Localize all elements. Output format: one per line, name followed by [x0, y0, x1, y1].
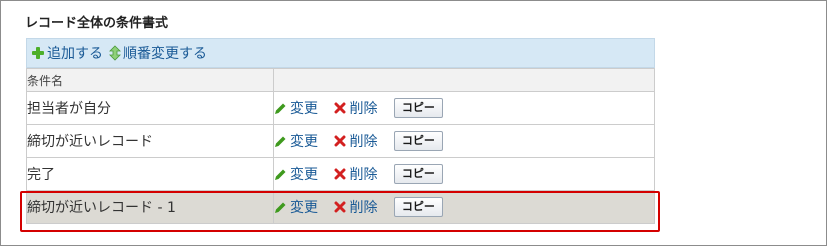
add-condition-link[interactable]: 追加する [31, 43, 103, 63]
reorder-link[interactable]: 順番変更する [109, 43, 207, 63]
settings-panel: レコード全体の条件書式 追加する 順番変更する 条件名 担当者が自分 変更 削除… [0, 0, 827, 246]
edit-label: 変更 [290, 200, 318, 216]
edit-link[interactable]: 変更 [274, 164, 318, 184]
condition-toolbar: 追加する 順番変更する [26, 38, 655, 68]
x-icon [334, 168, 346, 180]
section-title: レコード全体の条件書式 [25, 16, 169, 31]
row-actions: 変更 削除 コピー [273, 91, 655, 125]
table-row: 完了 変更 削除 コピー [26, 157, 655, 191]
edit-label: 変更 [290, 167, 318, 183]
condition-name: 完了 [26, 157, 274, 191]
pencil-icon [275, 103, 286, 114]
x-icon [334, 201, 346, 213]
delete-label: 削除 [349, 200, 378, 216]
delete-link[interactable]: 削除 [334, 197, 377, 217]
delete-label: 削除 [349, 101, 378, 117]
reorder-label: 順番変更する [123, 46, 207, 62]
edit-link[interactable]: 変更 [274, 98, 318, 118]
row-actions: 変更 削除 コピー [273, 190, 655, 224]
x-icon [334, 102, 346, 114]
edit-label: 変更 [290, 101, 318, 117]
plus-icon [32, 47, 44, 59]
x-icon [334, 135, 346, 147]
pencil-icon [275, 169, 286, 180]
condition-name: 担当者が自分 [26, 91, 274, 125]
table-row-highlighted: 締切が近いレコード - 1 変更 削除 コピー [26, 190, 655, 224]
table-row: 締切が近いレコード 変更 削除 コピー [26, 124, 655, 158]
up-down-arrow-icon [109, 45, 121, 61]
delete-link[interactable]: 削除 [334, 131, 377, 151]
copy-button[interactable]: コピー [393, 197, 443, 217]
edit-label: 変更 [290, 134, 318, 150]
copy-button[interactable]: コピー [393, 131, 443, 151]
copy-button[interactable]: コピー [393, 164, 443, 184]
delete-link[interactable]: 削除 [334, 98, 377, 118]
column-header-actions [273, 68, 655, 92]
delete-label: 削除 [349, 134, 378, 150]
pencil-icon [275, 202, 286, 213]
row-actions: 変更 削除 コピー [273, 157, 655, 191]
table-header-row: 条件名 [26, 68, 655, 92]
condition-name: 締切が近いレコード - 1 [26, 190, 274, 224]
row-actions: 変更 削除 コピー [273, 124, 655, 158]
condition-name: 締切が近いレコード [26, 124, 274, 158]
delete-link[interactable]: 削除 [334, 164, 377, 184]
table-row: 担当者が自分 変更 削除 コピー [26, 91, 655, 125]
pencil-icon [275, 136, 286, 147]
add-condition-label: 追加する [47, 46, 103, 62]
delete-label: 削除 [349, 167, 378, 183]
edit-link[interactable]: 変更 [274, 131, 318, 151]
column-header-name: 条件名 [26, 68, 274, 92]
copy-button[interactable]: コピー [393, 98, 443, 118]
edit-link[interactable]: 変更 [274, 197, 318, 217]
conditions-table: 条件名 担当者が自分 変更 削除 コピー 締切が近いレコード 変更 削除 コピー… [26, 68, 655, 224]
